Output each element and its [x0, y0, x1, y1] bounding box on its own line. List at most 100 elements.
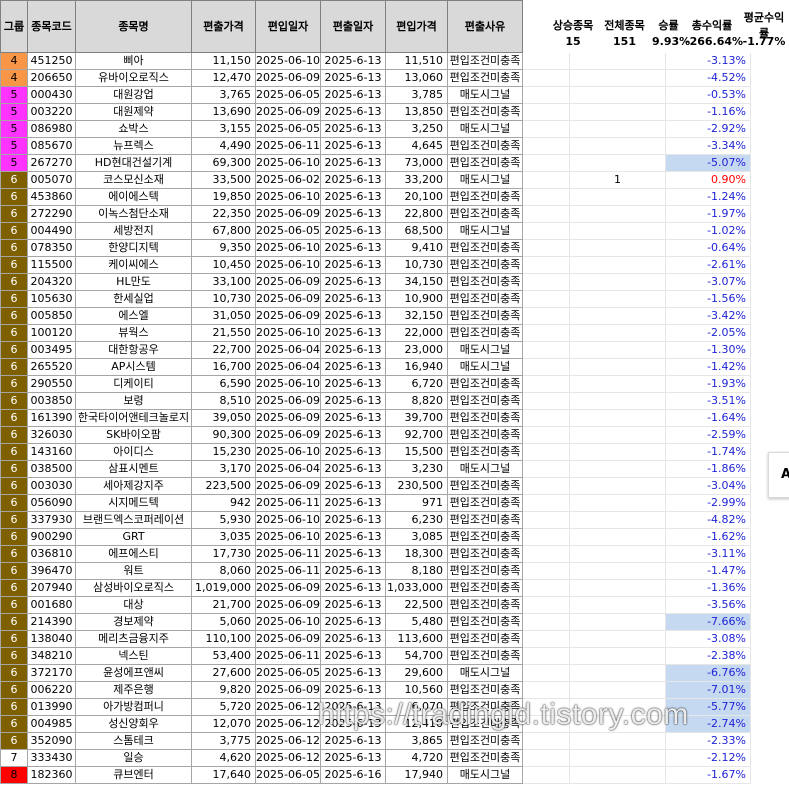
- group-cell[interactable]: 5: [0, 154, 28, 172]
- reason-cell[interactable]: 편입조건미충족: [447, 630, 523, 648]
- out-date-cell[interactable]: 2025-6-13: [320, 460, 386, 478]
- name-cell[interactable]: 경보제약: [75, 613, 192, 631]
- group-cell[interactable]: 6: [0, 477, 28, 495]
- up-count-cell[interactable]: [569, 766, 666, 784]
- in-price-cell[interactable]: 34,150: [385, 273, 448, 291]
- in-price-cell[interactable]: 18,300: [385, 545, 448, 563]
- in-date-cell[interactable]: 2025-06-09: [255, 69, 321, 87]
- up-count-cell[interactable]: [569, 443, 666, 461]
- in-price-cell[interactable]: 22,000: [385, 324, 448, 342]
- out-price-cell[interactable]: 3,775: [191, 732, 256, 750]
- name-cell[interactable]: 삐아: [75, 52, 192, 70]
- empty-cell[interactable]: [522, 392, 570, 410]
- code-cell[interactable]: 352090: [27, 732, 76, 750]
- out-date-cell[interactable]: 2025-6-13: [320, 732, 386, 750]
- empty-cell[interactable]: [522, 579, 570, 597]
- empty-cell[interactable]: [522, 324, 570, 342]
- out-price-cell[interactable]: 4,620: [191, 749, 256, 767]
- out-date-cell[interactable]: 2025-6-13: [320, 256, 386, 274]
- out-price-cell[interactable]: 21,700: [191, 596, 256, 614]
- up-count-cell[interactable]: [569, 120, 666, 138]
- out-price-cell[interactable]: 8,510: [191, 392, 256, 410]
- code-cell[interactable]: 038500: [27, 460, 76, 478]
- in-date-cell[interactable]: 2025-06-09: [255, 205, 321, 223]
- stats-winrate-value[interactable]: 9.93%: [652, 35, 690, 48]
- group-cell[interactable]: 6: [0, 613, 28, 631]
- code-cell[interactable]: 115500: [27, 256, 76, 274]
- return-cell[interactable]: -1.24%: [665, 188, 751, 206]
- return-cell[interactable]: -1.67%: [665, 766, 751, 784]
- in-price-cell[interactable]: 29,600: [385, 664, 448, 682]
- return-cell[interactable]: -7.66%: [665, 613, 751, 631]
- group-cell[interactable]: 6: [0, 409, 28, 427]
- up-count-cell[interactable]: [569, 528, 666, 546]
- header-out-price[interactable]: 편출가격: [191, 0, 256, 53]
- floating-panel-edge[interactable]: A: [768, 452, 789, 498]
- out-price-cell[interactable]: 15,230: [191, 443, 256, 461]
- empty-cell[interactable]: [522, 443, 570, 461]
- group-cell[interactable]: 6: [0, 273, 28, 291]
- reason-cell[interactable]: 편입조건미충족: [447, 256, 523, 274]
- out-price-cell[interactable]: 13,690: [191, 103, 256, 121]
- out-date-cell[interactable]: 2025-6-13: [320, 120, 386, 138]
- name-cell[interactable]: 세방전지: [75, 222, 192, 240]
- in-date-cell[interactable]: 2025-06-10: [255, 511, 321, 529]
- out-price-cell[interactable]: 22,350: [191, 205, 256, 223]
- out-date-cell[interactable]: 2025-6-13: [320, 545, 386, 563]
- out-price-cell[interactable]: 10,450: [191, 256, 256, 274]
- out-date-cell[interactable]: 2025-6-13: [320, 69, 386, 87]
- out-date-cell[interactable]: 2025-6-13: [320, 188, 386, 206]
- in-date-cell[interactable]: 2025-06-09: [255, 103, 321, 121]
- return-cell[interactable]: -2.59%: [665, 426, 751, 444]
- out-date-cell[interactable]: 2025-6-13: [320, 137, 386, 155]
- return-cell[interactable]: -0.64%: [665, 239, 751, 257]
- in-date-cell[interactable]: 2025-06-10: [255, 188, 321, 206]
- up-count-cell[interactable]: [569, 664, 666, 682]
- in-date-cell[interactable]: 2025-06-09: [255, 426, 321, 444]
- code-cell[interactable]: 204320: [27, 273, 76, 291]
- group-cell[interactable]: 6: [0, 426, 28, 444]
- in-price-cell[interactable]: 92,700: [385, 426, 448, 444]
- group-cell[interactable]: 6: [0, 375, 28, 393]
- code-cell[interactable]: 005070: [27, 171, 76, 189]
- in-price-cell[interactable]: 10,900: [385, 290, 448, 308]
- code-cell[interactable]: 326030: [27, 426, 76, 444]
- out-date-cell[interactable]: 2025-6-13: [320, 171, 386, 189]
- in-date-cell[interactable]: 2025-06-11: [255, 137, 321, 155]
- empty-cell[interactable]: [522, 171, 570, 189]
- name-cell[interactable]: 쇼박스: [75, 120, 192, 138]
- reason-cell[interactable]: 편입조건미충족: [447, 103, 523, 121]
- in-price-cell[interactable]: 4,720: [385, 749, 448, 767]
- out-price-cell[interactable]: 5,720: [191, 698, 256, 716]
- out-date-cell[interactable]: 2025-6-13: [320, 477, 386, 495]
- group-cell[interactable]: 6: [0, 681, 28, 699]
- code-cell[interactable]: 337930: [27, 511, 76, 529]
- in-date-cell[interactable]: 2025-06-04: [255, 341, 321, 359]
- empty-cell[interactable]: [522, 681, 570, 699]
- up-count-cell[interactable]: [569, 358, 666, 376]
- name-cell[interactable]: 한국타이어앤테크놀로지: [75, 409, 192, 427]
- in-date-cell[interactable]: 2025-06-05: [255, 766, 321, 784]
- out-price-cell[interactable]: 53,400: [191, 647, 256, 665]
- group-cell[interactable]: 6: [0, 290, 28, 308]
- reason-cell[interactable]: 편입조건미충족: [447, 443, 523, 461]
- out-price-cell[interactable]: 33,500: [191, 171, 256, 189]
- code-cell[interactable]: 085670: [27, 137, 76, 155]
- reason-cell[interactable]: 편입조건미충족: [447, 613, 523, 631]
- in-date-cell[interactable]: 2025-06-10: [255, 528, 321, 546]
- code-cell[interactable]: 001680: [27, 596, 76, 614]
- out-price-cell[interactable]: 21,550: [191, 324, 256, 342]
- code-cell[interactable]: 013990: [27, 698, 76, 716]
- out-date-cell[interactable]: 2025-6-13: [320, 103, 386, 121]
- in-date-cell[interactable]: 2025-06-05: [255, 120, 321, 138]
- code-cell[interactable]: 272290: [27, 205, 76, 223]
- group-cell[interactable]: 6: [0, 358, 28, 376]
- up-count-cell[interactable]: [569, 613, 666, 631]
- reason-cell[interactable]: 편입조건미충족: [447, 511, 523, 529]
- in-price-cell[interactable]: 20,100: [385, 188, 448, 206]
- in-date-cell[interactable]: 2025-06-09: [255, 392, 321, 410]
- group-cell[interactable]: 6: [0, 341, 28, 359]
- in-price-cell[interactable]: 11,510: [385, 52, 448, 70]
- group-cell[interactable]: 6: [0, 239, 28, 257]
- group-cell[interactable]: 6: [0, 205, 28, 223]
